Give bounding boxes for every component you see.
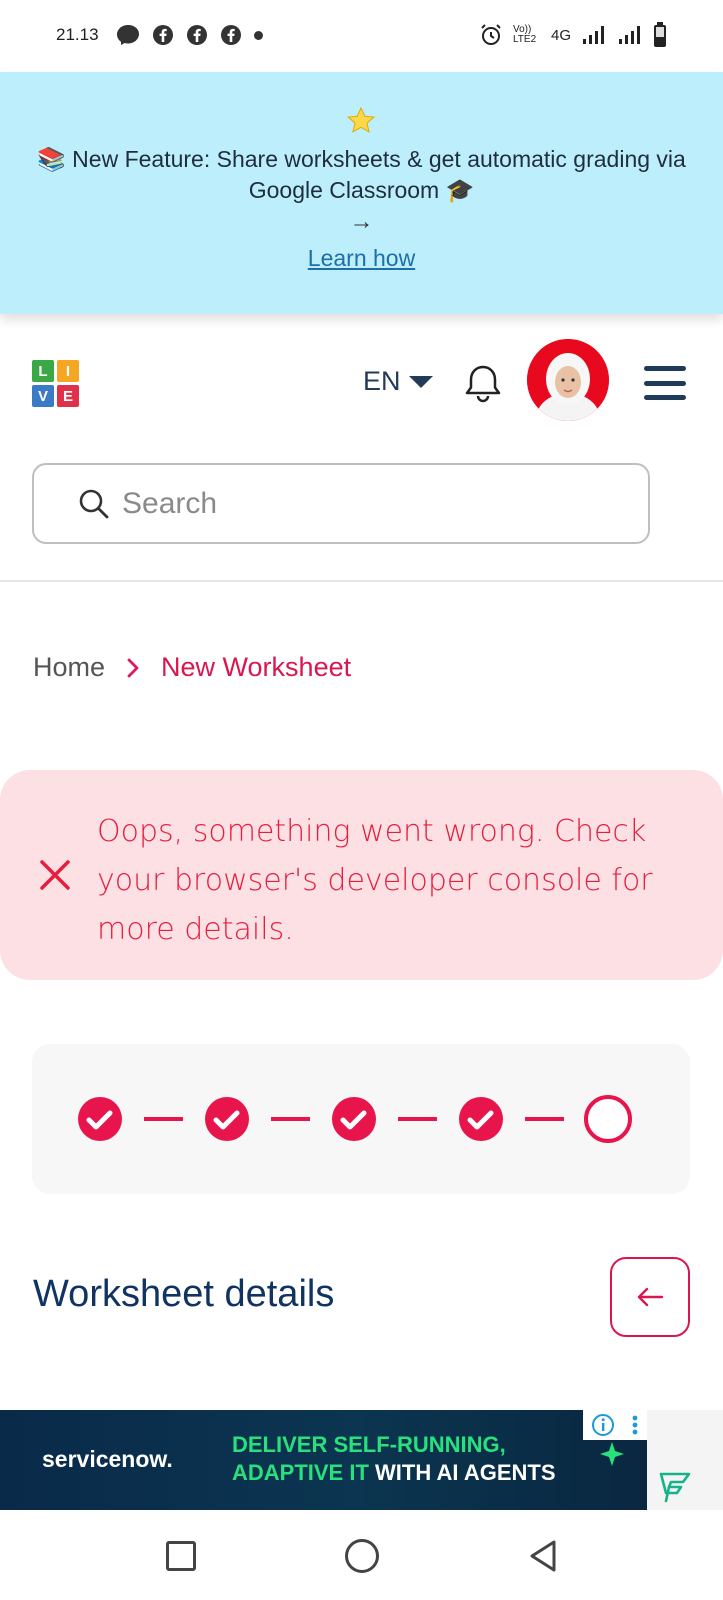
step-complete-icon xyxy=(459,1097,503,1141)
user-photo xyxy=(527,339,609,421)
banner-arrow: → xyxy=(349,208,374,235)
facebook-icon xyxy=(153,25,173,45)
caret-down-icon xyxy=(408,375,433,388)
step-complete-icon xyxy=(78,1097,122,1141)
sparkle-icon xyxy=(600,1442,624,1466)
system-icons: Vo)) LTE2 4G xyxy=(479,22,667,48)
alarm-icon xyxy=(481,24,501,45)
bell-icon[interactable] xyxy=(462,362,504,404)
arrow-left-icon xyxy=(637,1287,664,1307)
facebook-icon xyxy=(221,25,241,45)
ad-network-logo-icon xyxy=(659,1472,691,1503)
learn-how-link[interactable]: Learn how xyxy=(0,245,723,272)
progress-stepper xyxy=(32,1044,690,1194)
section-title: Worksheet details xyxy=(33,1273,335,1315)
error-message: Oops, something went wrong. Check your b… xyxy=(97,814,653,947)
breadcrumb: Home New Worksheet xyxy=(33,652,351,683)
network-type: 4G xyxy=(550,26,571,44)
battery-icon xyxy=(654,22,666,47)
messenger-icon xyxy=(117,25,139,45)
feature-banner: 📚 New Feature: Share worksheets & get au… xyxy=(0,72,723,314)
status-bar: 21.13 Vo)) LTE2 4G xyxy=(0,0,723,72)
close-icon xyxy=(40,860,70,890)
notification-icons xyxy=(116,24,263,46)
breadcrumb-current: New Worksheet xyxy=(161,652,352,682)
ad-creative[interactable]: servicenow. DELIVER SELF-RUNNING, ADAPTI… xyxy=(0,1410,647,1510)
live-logo[interactable]: L I V E xyxy=(32,360,80,408)
more-vertical-icon[interactable] xyxy=(630,1413,640,1437)
logo-letter: I xyxy=(57,360,79,382)
avatar[interactable] xyxy=(527,339,609,421)
hamburger-menu-icon[interactable] xyxy=(644,366,686,400)
chevron-right-icon xyxy=(127,658,139,677)
ad-headline-1: DELIVER SELF-RUNNING, xyxy=(232,1432,506,1457)
signal-icon xyxy=(619,26,640,44)
ad-brand: servicenow. xyxy=(42,1446,173,1472)
breadcrumb-home[interactable]: Home xyxy=(33,652,105,683)
back-button[interactable] xyxy=(610,1257,690,1337)
ad-headline-2: ADAPTIVE IT WITH AI AGENTS xyxy=(232,1460,556,1485)
stepper-graphic xyxy=(78,1095,632,1143)
home-button[interactable] xyxy=(345,1539,379,1573)
more-notifications-icon xyxy=(254,30,263,40)
ad-banner[interactable]: servicenow. DELIVER SELF-RUNNING, ADAPTI… xyxy=(0,1410,723,1510)
logo-letter: L xyxy=(32,360,54,382)
search-input[interactable]: Search xyxy=(32,463,650,544)
language-selector[interactable]: EN xyxy=(363,366,433,397)
info-icon[interactable] xyxy=(591,1413,615,1437)
system-nav-bar xyxy=(0,1510,723,1600)
status-time: 21.13 xyxy=(56,25,99,44)
volte-indicator: Vo)) LTE2 xyxy=(512,24,537,45)
recent-apps-button[interactable] xyxy=(166,1541,196,1571)
language-label: EN xyxy=(363,366,401,396)
banner-message: 📚 New Feature: Share worksheets & get au… xyxy=(37,146,686,203)
header-divider xyxy=(0,580,723,582)
logo-letter: V xyxy=(32,385,54,407)
search-icon xyxy=(79,489,109,518)
back-triangle-icon[interactable] xyxy=(528,1539,558,1573)
signal-icon xyxy=(583,26,604,44)
step-complete-icon xyxy=(205,1097,249,1141)
step-complete-icon xyxy=(332,1097,376,1141)
ad-choices[interactable] xyxy=(583,1410,647,1440)
logo-letter: E xyxy=(57,385,79,407)
star-icon xyxy=(347,106,375,133)
step-pending-icon xyxy=(584,1095,632,1143)
search-placeholder: Search xyxy=(122,486,218,520)
facebook-icon xyxy=(187,25,207,45)
